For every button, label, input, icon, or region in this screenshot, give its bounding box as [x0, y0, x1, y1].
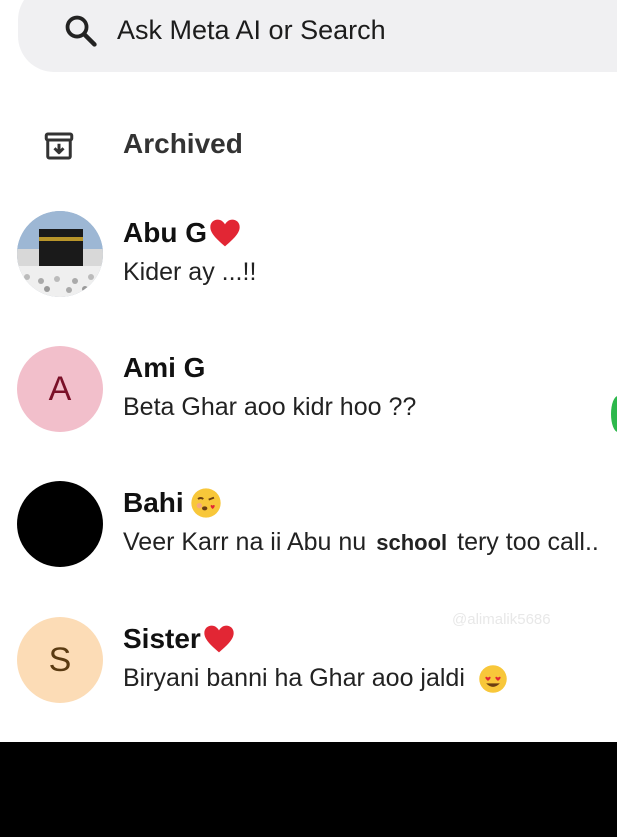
- chat-message-part: school: [376, 530, 448, 555]
- chat-message: Veer Karr na ii Abu nu school tery too cal…: [123, 528, 599, 557]
- chat-name-text: Bahi: [123, 487, 184, 518]
- chat-row-abu-g[interactable]: Abu G Kider ay ...!!: [0, 211, 617, 321]
- chat-message: Biryani banni ha Ghar aoo jaldi: [123, 664, 508, 694]
- search-input[interactable]: Ask Meta AI or Search: [117, 15, 386, 46]
- chat-name: Bahi: [123, 487, 222, 519]
- chat-message-part: tery too call..: [457, 528, 599, 556]
- chat-message-text: Biryani banni ha Ghar aoo jaldi: [123, 664, 465, 692]
- avatar-letter: A: [48, 369, 72, 408]
- chat-row-bahi[interactable]: Bahi Veer Karr na ii Abu nu school tery to…: [0, 481, 617, 591]
- search-bar[interactable]: Ask Meta AI or Search: [18, 0, 617, 72]
- black-bottom-area: [0, 742, 617, 837]
- chat-name: Abu G: [123, 217, 241, 249]
- avatar-kaaba-photo[interactable]: [17, 211, 103, 297]
- chat-name-text: Abu G: [123, 217, 207, 248]
- chat-list-screen: Ask Meta AI or Search Archived Abu G Kid…: [0, 0, 617, 742]
- archived-row[interactable]: Archived: [0, 118, 617, 174]
- red-heart-icon: [204, 625, 234, 653]
- avatar[interactable]: A: [17, 346, 103, 432]
- chat-name: Sister: [123, 623, 235, 655]
- kaaba-photo-icon: [17, 211, 103, 297]
- chat-message: Kider ay ...!!: [123, 258, 257, 286]
- red-heart-icon: [210, 219, 240, 247]
- archived-label: Archived: [123, 128, 243, 159]
- avatar-letter: S: [48, 640, 72, 679]
- chat-message: Beta Ghar aoo kidr hoo ??: [123, 393, 417, 421]
- chat-name-text: Ami G: [123, 352, 206, 383]
- heart-eyes-icon: [479, 665, 507, 694]
- face-blowing-kiss-icon: [191, 488, 221, 518]
- chat-name-text: Sister: [123, 623, 201, 654]
- archive-icon: [44, 132, 74, 160]
- avatar[interactable]: S: [17, 617, 103, 703]
- chat-name: Ami G: [123, 352, 205, 384]
- search-icon: [65, 15, 97, 47]
- chat-message-part: Veer Karr na ii Abu nu: [123, 528, 367, 556]
- avatar[interactable]: [17, 481, 103, 567]
- chat-row-ami-g[interactable]: A Ami G Beta Ghar aoo kidr hoo ??: [0, 346, 617, 456]
- chat-row-sister[interactable]: S Sister Biryani banni ha Ghar aoo jaldi: [0, 617, 617, 727]
- watermark: @alimalik5686: [452, 611, 551, 628]
